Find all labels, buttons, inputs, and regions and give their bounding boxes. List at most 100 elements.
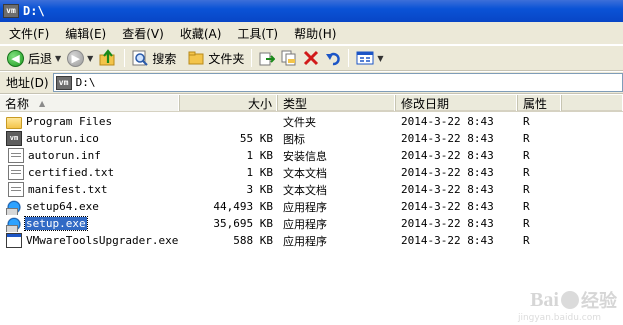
delete-button[interactable] bbox=[300, 47, 322, 69]
forward-arrow-icon: ▶ bbox=[67, 49, 85, 67]
search-label: 搜索 bbox=[152, 51, 177, 66]
application-icon bbox=[6, 233, 22, 248]
file-type: 文本文档 bbox=[283, 166, 327, 180]
delete-icon bbox=[304, 50, 319, 66]
column-header-date[interactable]: 修改日期 bbox=[396, 95, 518, 111]
back-label: 后退 bbox=[28, 51, 53, 66]
undo-icon bbox=[326, 52, 341, 66]
column-header-attributes[interactable]: 属性 bbox=[518, 95, 562, 111]
address-input[interactable]: vm D:\ bbox=[52, 73, 623, 92]
file-type: 文件夹 bbox=[283, 115, 316, 129]
vmware-logo-icon: vm bbox=[3, 4, 19, 18]
file-type: 安装信息 bbox=[283, 149, 327, 163]
forward-dropdown-icon[interactable]: ▼ bbox=[87, 54, 93, 63]
watermark-bai: Bai bbox=[530, 288, 559, 311]
file-name[interactable]: autorun.ico bbox=[25, 132, 100, 145]
menu-file[interactable]: 文件(F) bbox=[0, 25, 58, 42]
undo-button[interactable] bbox=[322, 47, 344, 69]
toolbar-separator bbox=[124, 49, 126, 67]
views-dropdown-icon[interactable]: ▼ bbox=[377, 54, 383, 63]
file-name[interactable]: Program Files bbox=[25, 115, 113, 128]
column-header-size[interactable]: 大小 bbox=[180, 95, 278, 111]
file-date: 2014-3-22 8:43 bbox=[401, 132, 494, 145]
menu-edit[interactable]: 编辑(E) bbox=[58, 25, 115, 42]
file-row[interactable]: certified.txt 1 KB 文本文档 2014-3-22 8:43 R bbox=[0, 164, 623, 181]
file-attr: R bbox=[523, 183, 530, 196]
menu-help[interactable]: 帮助(H) bbox=[287, 25, 345, 42]
menu-view[interactable]: 查看(V) bbox=[115, 25, 173, 42]
setup-icon bbox=[6, 216, 22, 232]
copy-to-icon bbox=[281, 50, 296, 66]
file-size: 35,695 KB bbox=[213, 217, 273, 230]
column-header-name[interactable]: 名称 ▲ bbox=[0, 95, 180, 111]
toolbar-separator bbox=[348, 49, 350, 67]
file-name[interactable]: setup64.exe bbox=[25, 200, 100, 213]
text-file-icon bbox=[8, 165, 24, 180]
search-button[interactable]: 搜索 bbox=[129, 47, 179, 69]
file-date: 2014-3-22 8:43 bbox=[401, 149, 494, 162]
file-attr: R bbox=[523, 115, 530, 128]
folders-icon bbox=[188, 51, 204, 65]
file-list: Program Files 文件夹 2014-3-22 8:43 R vm aut… bbox=[0, 113, 623, 249]
copy-to-button[interactable] bbox=[278, 47, 300, 69]
menu-bar: 文件(F) 编辑(E) 查看(V) 收藏(A) 工具(T) 帮助(H) bbox=[0, 22, 623, 45]
file-size: 1 KB bbox=[246, 166, 274, 179]
views-grid-icon bbox=[356, 51, 374, 65]
search-icon bbox=[132, 50, 149, 66]
back-button[interactable]: ◀ 后退 ▼ bbox=[4, 47, 64, 69]
menu-tools[interactable]: 工具(T) bbox=[230, 25, 287, 42]
column-header-type-label: 类型 bbox=[283, 96, 308, 111]
file-row[interactable]: vm autorun.ico 55 KB 图标 2014-3-22 8:43 R bbox=[0, 130, 623, 147]
column-header-name-label: 名称 bbox=[5, 96, 30, 111]
text-file-icon bbox=[8, 182, 24, 197]
column-header-type[interactable]: 类型 bbox=[278, 95, 396, 111]
column-header-size-label: 大小 bbox=[247, 96, 272, 111]
file-type: 应用程序 bbox=[283, 200, 327, 214]
up-folder-icon bbox=[99, 49, 115, 66]
title-bar: vm D:\ bbox=[0, 0, 623, 22]
file-type: 图标 bbox=[283, 132, 305, 146]
views-button[interactable]: ▼ bbox=[353, 47, 386, 69]
setup-icon bbox=[6, 199, 22, 215]
drive-vm-icon: vm bbox=[55, 75, 72, 90]
file-date: 2014-3-22 8:43 bbox=[401, 183, 494, 196]
toolbar: ◀ 后退 ▼ ▶ ▼ 搜索 文件夹 ▼ bbox=[0, 46, 623, 71]
file-size: 44,493 KB bbox=[213, 200, 273, 213]
file-size: 55 KB bbox=[239, 132, 273, 145]
vm-icon: vm bbox=[6, 131, 22, 146]
toolbar-separator bbox=[251, 49, 253, 67]
file-name[interactable]: certified.txt bbox=[27, 166, 115, 179]
file-name[interactable]: VMwareToolsUpgrader.exe bbox=[25, 234, 179, 247]
sort-ascending-icon: ▲ bbox=[39, 98, 46, 108]
file-type: 应用程序 bbox=[283, 217, 327, 231]
file-attr: R bbox=[523, 234, 530, 247]
file-name[interactable]: setup.exe bbox=[24, 216, 88, 231]
column-header-attributes-label: 属性 bbox=[523, 96, 548, 111]
forward-button[interactable]: ▶ ▼ bbox=[64, 47, 96, 69]
file-row[interactable]: autorun.inf 1 KB 安装信息 2014-3-22 8:43 R bbox=[0, 147, 623, 164]
address-label: 地址(D) bbox=[6, 76, 49, 90]
move-to-button[interactable] bbox=[256, 47, 278, 69]
file-type: 文本文档 bbox=[283, 183, 327, 197]
file-row-selected[interactable]: setup.exe 35,695 KB 应用程序 2014-3-22 8:43 … bbox=[0, 215, 623, 232]
settings-file-icon bbox=[8, 148, 24, 163]
folders-button[interactable]: 文件夹 bbox=[185, 47, 247, 69]
file-name[interactable]: manifest.txt bbox=[27, 183, 108, 196]
up-folder-button[interactable] bbox=[96, 47, 120, 69]
file-name[interactable]: autorun.inf bbox=[27, 149, 102, 162]
file-row[interactable]: VMwareToolsUpgrader.exe 588 KB 应用程序 2014… bbox=[0, 232, 623, 249]
column-header-filler bbox=[562, 95, 623, 111]
folders-label: 文件夹 bbox=[208, 51, 245, 66]
watermark-url: jingyan.baidu.com bbox=[517, 313, 601, 323]
file-row[interactable]: Program Files 文件夹 2014-3-22 8:43 R bbox=[0, 113, 623, 130]
menu-favorites[interactable]: 收藏(A) bbox=[173, 25, 231, 42]
file-row[interactable]: manifest.txt 3 KB 文本文档 2014-3-22 8:43 R bbox=[0, 181, 623, 198]
address-bar: 地址(D) vm D:\ bbox=[0, 72, 623, 94]
address-value: D:\ bbox=[75, 76, 96, 89]
file-date: 2014-3-22 8:43 bbox=[401, 115, 494, 128]
file-size: 1 KB bbox=[246, 149, 274, 162]
back-dropdown-icon[interactable]: ▼ bbox=[55, 54, 61, 63]
file-attr: R bbox=[523, 200, 530, 213]
file-row[interactable]: setup64.exe 44,493 KB 应用程序 2014-3-22 8:4… bbox=[0, 198, 623, 215]
baidu-paw-icon bbox=[561, 291, 579, 309]
